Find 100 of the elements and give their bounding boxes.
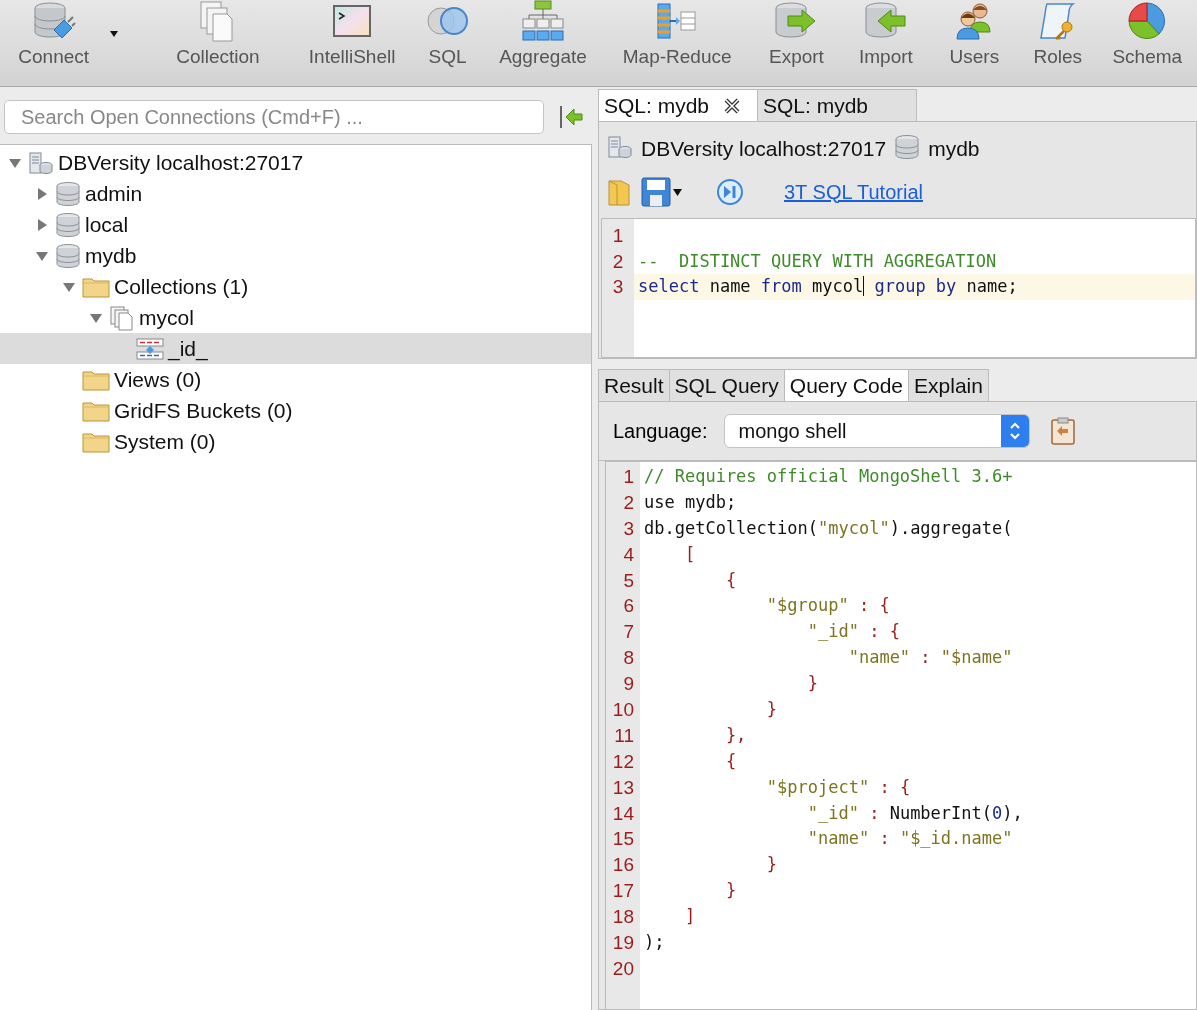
tab[interactable]: SQL: mydb <box>757 89 917 121</box>
line-number: 3 <box>611 275 625 299</box>
code-line: "_id" : NumberInt(0), <box>806 801 1024 825</box>
pie-chart-icon <box>1127 1 1168 41</box>
documents-icon <box>109 304 135 331</box>
toolbar-button[interactable]: Export <box>751 0 842 86</box>
line-number: 14 <box>611 801 635 826</box>
toolbar-button[interactable]: Roles <box>1018 0 1098 86</box>
folder-icon <box>82 399 110 422</box>
line-number: 17 <box>611 879 635 904</box>
database-icon <box>55 180 81 207</box>
code-line: }, <box>724 723 748 747</box>
expand-arrow-icon[interactable] <box>35 186 49 201</box>
code-line: { <box>724 749 738 773</box>
line-number: 1 <box>622 465 635 489</box>
line-number: 8 <box>622 646 635 671</box>
caret-icon[interactable] <box>109 30 120 38</box>
folder-icon <box>82 430 110 453</box>
line-number: 1 <box>611 224 625 248</box>
tab[interactable]: Query Code <box>783 369 910 401</box>
toolbar-button[interactable]: SQL <box>411 0 484 86</box>
connection-name: DBVersity localhost:27017 <box>641 137 887 161</box>
run-icon[interactable] <box>716 178 744 206</box>
tree-item[interactable]: _id_ <box>0 333 591 364</box>
code-line: } <box>765 698 779 721</box>
terminal-icon <box>333 4 372 38</box>
language-label: Language: <box>613 419 708 443</box>
code-line: // Requires official MongoShell 3.6+ <box>643 465 1014 488</box>
database-icon <box>55 242 81 269</box>
toolbar-button[interactable]: IntelliShell <box>292 0 412 86</box>
code-line: [ <box>683 542 697 566</box>
close-icon[interactable] <box>723 97 742 115</box>
code-line: "$project" : { <box>765 775 912 799</box>
tree-item[interactable]: local <box>0 209 591 240</box>
clipboard-icon[interactable] <box>1049 417 1076 445</box>
line-number: 11 <box>613 723 635 748</box>
toolbar-button[interactable]: Schema <box>1097 0 1197 86</box>
line-number: 12 <box>611 749 635 774</box>
code-line: "_id" : { <box>806 620 901 644</box>
line-number: 20 <box>611 956 635 981</box>
line-number: 15 <box>611 827 635 852</box>
tree-item[interactable]: Views (0) <box>0 364 591 395</box>
line-number: 19 <box>611 931 635 956</box>
tree-item[interactable]: DBVersity localhost:27017 <box>0 147 591 178</box>
hierarchy-icon <box>521 0 564 42</box>
toolbar-button[interactable]: Connect <box>6 0 102 86</box>
code-line: ); <box>643 931 666 955</box>
code-line: } <box>765 853 779 877</box>
server-icon <box>28 150 54 175</box>
folder-icon <box>82 275 110 298</box>
tree-item[interactable]: admin <box>0 178 591 209</box>
code-line: db.getCollection("mycol").aggregate( <box>643 516 1014 540</box>
database-arrow-left-icon <box>863 1 908 41</box>
line-number: 5 <box>622 568 635 593</box>
code-line: use mydb; <box>643 490 738 514</box>
line-number: 9 <box>622 672 635 697</box>
tree-item[interactable]: mydb <box>0 240 591 271</box>
collapse-panel-icon[interactable] <box>558 104 584 130</box>
toolbar-button[interactable]: Aggregate <box>483 0 603 86</box>
expand-arrow-icon[interactable] <box>35 217 49 232</box>
line-number: 3 <box>622 516 635 541</box>
toolbar-button[interactable]: Users <box>930 0 1019 86</box>
database-name: mydb <box>928 137 980 161</box>
code-line: } <box>724 879 738 903</box>
code-line: } <box>806 672 819 696</box>
tab[interactable]: Explain <box>908 369 989 401</box>
code-line: "name" : "$_id.name" <box>806 827 1014 851</box>
tutorial-link[interactable]: 3T SQL Tutorial <box>784 180 923 204</box>
database-icon <box>55 211 81 238</box>
venn-circles-icon <box>425 5 470 37</box>
tree-item[interactable]: mycol <box>0 302 591 333</box>
tree-item[interactable]: Collections (1) <box>0 271 591 302</box>
stepper-arrows-icon <box>1008 421 1021 441</box>
code-line: ] <box>683 905 697 929</box>
caret-icon[interactable] <box>673 188 682 196</box>
line-number: 13 <box>611 775 635 800</box>
tab[interactable]: Result <box>598 369 670 401</box>
tree-item[interactable]: System (0) <box>0 426 591 457</box>
tree-item[interactable]: GridFS Buckets (0) <box>0 395 591 426</box>
database-icon <box>894 133 921 160</box>
line-number: 2 <box>611 249 625 274</box>
language-dropdown[interactable]: mongo shell <box>723 414 1030 448</box>
toolbar-button[interactable]: Import <box>841 0 931 86</box>
line-number: 2 <box>622 490 635 515</box>
code-line: { <box>724 568 738 592</box>
search-field[interactable]: Search Open Connections (Cmd+F) ... <box>4 100 544 134</box>
index-icon <box>136 336 164 361</box>
toolbar-button[interactable]: Collection <box>143 0 293 86</box>
toolbar-button[interactable]: Map-Reduce <box>602 0 752 86</box>
line-number: 18 <box>611 905 635 930</box>
folder-icon <box>82 368 110 391</box>
code-line: "$group" : { <box>765 594 891 618</box>
tab[interactable]: SQL Query <box>668 369 785 401</box>
code-line: "name" : "$name" <box>847 646 1014 670</box>
save-icon[interactable] <box>641 177 671 207</box>
map-reduce-icon <box>656 2 699 40</box>
tab[interactable]: SQL: mydb <box>598 89 758 121</box>
line-number: 6 <box>622 594 635 619</box>
server-icon <box>607 134 633 159</box>
line-number: 4 <box>622 542 635 567</box>
